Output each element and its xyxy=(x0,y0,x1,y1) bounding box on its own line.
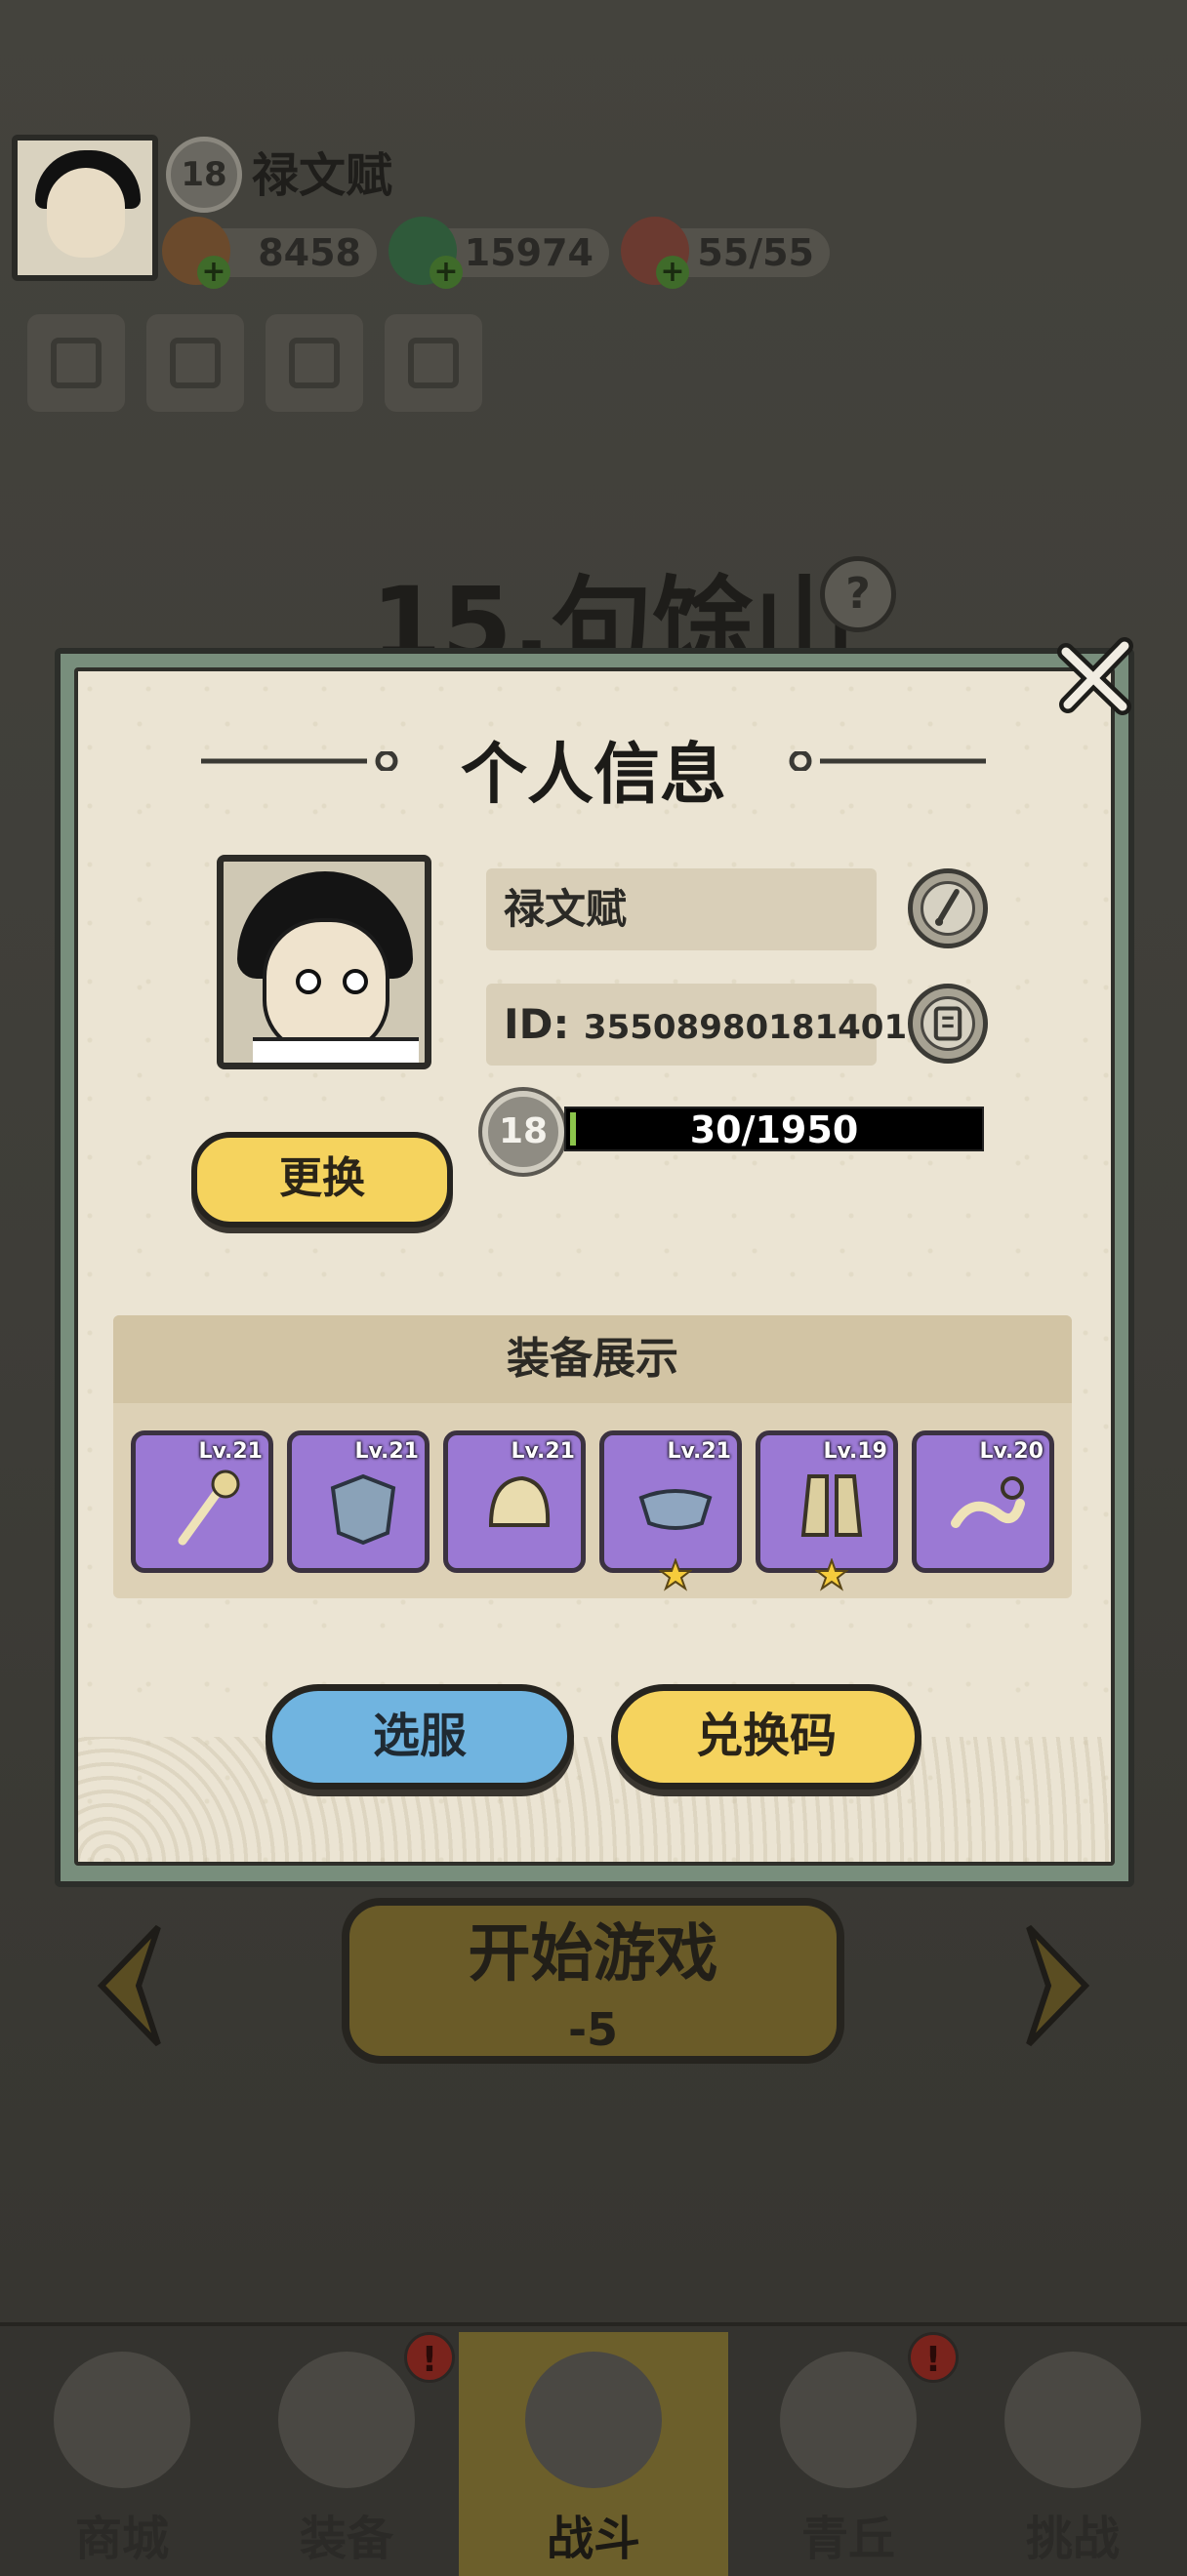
copy-id-button[interactable] xyxy=(908,984,988,1064)
close-button[interactable] xyxy=(1052,632,1140,720)
tab-challenge[interactable]: 挑战 xyxy=(961,2332,1185,2576)
mountain-icon xyxy=(780,2352,917,2488)
ranking-button[interactable] xyxy=(146,314,244,412)
equipment-slot-2[interactable]: Lv.21 xyxy=(287,1430,430,1573)
start-game-button[interactable]: 开始游戏 -5 xyxy=(342,1898,844,2064)
player-avatar[interactable] xyxy=(12,135,158,281)
profile-avatar xyxy=(217,855,431,1069)
next-stage-button[interactable] xyxy=(1019,1917,1097,2054)
title-ornament-right xyxy=(789,751,986,771)
dialog-decoration xyxy=(78,1737,1111,1862)
equipment-title: 装备展示 xyxy=(113,1315,1072,1403)
book-icon xyxy=(51,338,102,388)
profile-dialog xyxy=(74,667,1115,1866)
people-icon xyxy=(408,338,459,388)
prev-stage-button[interactable] xyxy=(90,1917,168,2054)
star-icon xyxy=(815,1558,848,1591)
chart-icon xyxy=(170,338,221,388)
id-value: 355089801814016 xyxy=(583,1008,930,1047)
tab-label: 挑战 xyxy=(1025,2512,1120,2566)
xp-text: 30/1950 xyxy=(689,1108,859,1151)
equipment-slot-4[interactable]: Lv.21 xyxy=(599,1430,742,1591)
player-id-field: ID: 355089801814016 xyxy=(486,984,930,1066)
stage-help-button[interactable]: ? xyxy=(820,556,896,632)
equipment-slot-5[interactable]: Lv.19 xyxy=(756,1430,898,1591)
settings-button[interactable] xyxy=(266,314,363,412)
belt-icon xyxy=(638,1489,713,1530)
armor-icon xyxy=(330,1473,396,1546)
staff-icon xyxy=(178,1469,240,1546)
chevron-left-icon xyxy=(97,1924,161,2047)
equipment-slot-1[interactable]: Lv.21 xyxy=(131,1430,273,1573)
crossed-swords-icon xyxy=(525,2352,662,2488)
helmet-icon xyxy=(488,1475,551,1527)
id-label: ID: xyxy=(504,1000,570,1048)
select-server-button[interactable]: 选服 xyxy=(266,1684,574,1790)
close-icon xyxy=(1057,637,1133,715)
equipment-slot-3[interactable]: Lv.21 xyxy=(443,1430,586,1573)
brush-icon xyxy=(934,889,960,926)
player-level-badge: 18 xyxy=(166,137,242,213)
dialog-title: 个人信息 xyxy=(460,737,726,814)
level-badge: 18 xyxy=(482,1091,564,1173)
tab-label: 装备 xyxy=(299,2512,393,2566)
start-game-label: 开始游戏 xyxy=(468,1918,718,1991)
item-level: Lv.21 xyxy=(667,1439,731,1464)
orb-icon xyxy=(1004,2352,1141,2488)
equipment-slot-6[interactable]: Lv.20 xyxy=(912,1430,1054,1573)
star-icon xyxy=(659,1558,692,1591)
tab-battle[interactable]: 战斗 xyxy=(459,2332,728,2576)
boots-icon xyxy=(800,1474,863,1537)
item-level: Lv.21 xyxy=(354,1439,419,1464)
codex-button[interactable] xyxy=(27,314,125,412)
item-level: Lv.19 xyxy=(823,1439,887,1464)
friends-button[interactable] xyxy=(385,314,482,412)
start-game-cost: -5 xyxy=(567,2003,619,2056)
tab-shop[interactable]: 商城 xyxy=(10,2332,234,2576)
item-level: Lv.21 xyxy=(198,1439,263,1464)
item-level: Lv.21 xyxy=(511,1439,575,1464)
add-stamina-button[interactable]: + xyxy=(656,256,689,289)
change-avatar-button[interactable]: 更换 xyxy=(191,1132,453,1228)
chevron-right-icon xyxy=(1026,1924,1090,2047)
edit-name-button[interactable] xyxy=(908,868,988,948)
equipment-alert-badge: ! xyxy=(404,2332,455,2383)
add-jade-button[interactable]: + xyxy=(430,256,463,289)
player-name-field: 禄文赋 xyxy=(486,868,877,950)
tab-label: 青丘 xyxy=(800,2512,895,2566)
ring-icon xyxy=(951,1476,1025,1528)
tab-label: 战斗 xyxy=(546,2512,640,2566)
redeem-code-button[interactable]: 兑换码 xyxy=(611,1684,921,1790)
item-level: Lv.20 xyxy=(979,1439,1044,1464)
player-name: 禄文赋 xyxy=(252,148,393,203)
add-ticket-button[interactable]: + xyxy=(197,256,230,289)
tab-label: 商城 xyxy=(74,2512,169,2566)
gear-icon xyxy=(289,338,340,388)
helmet-icon xyxy=(278,2352,415,2488)
shop-icon xyxy=(54,2352,190,2488)
qingqiu-alert-badge: ! xyxy=(908,2332,959,2383)
xp-bar: 30/1950 xyxy=(564,1107,984,1151)
copy-icon xyxy=(933,1006,962,1041)
